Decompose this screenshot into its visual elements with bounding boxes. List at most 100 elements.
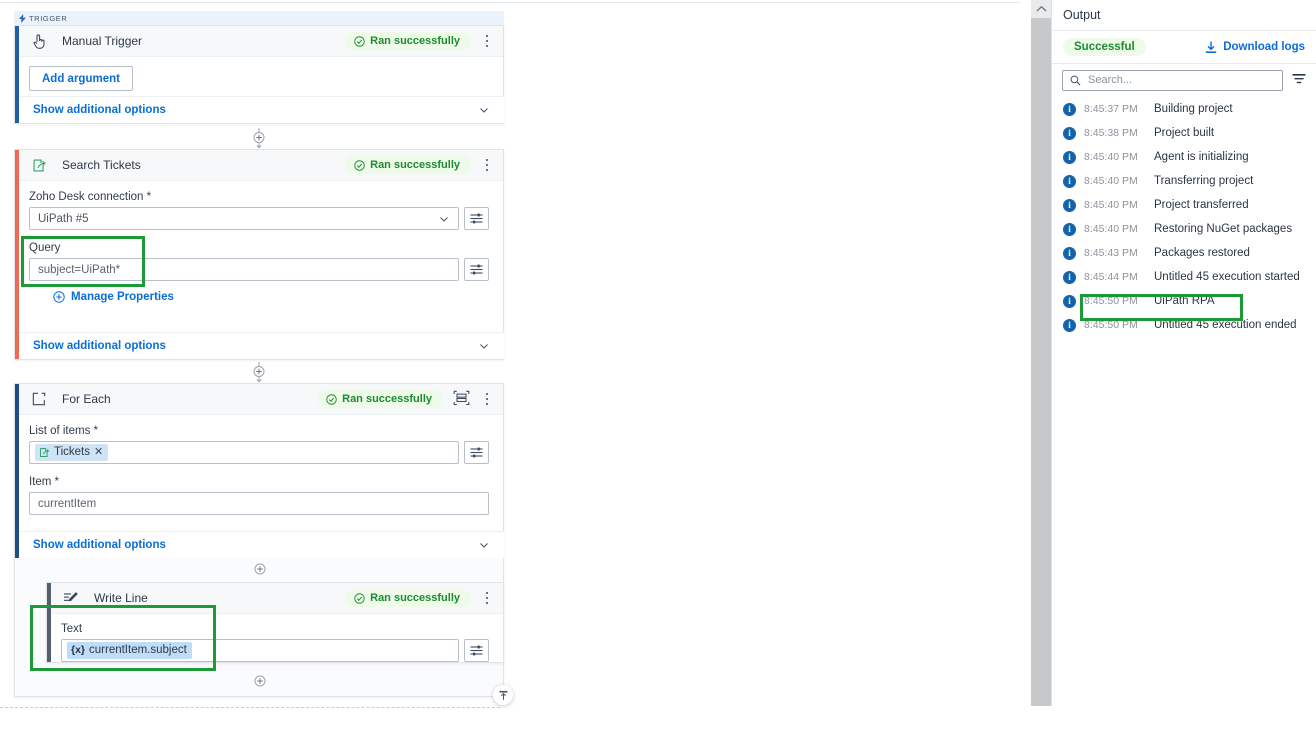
- sliders-icon: [470, 213, 483, 224]
- trigger-text: TRIGGER: [29, 13, 68, 23]
- search-input[interactable]: Search...: [1062, 69, 1283, 91]
- manual-trigger-icon: [29, 31, 49, 51]
- expression-chip[interactable]: {x} currentItem.subject: [67, 642, 192, 659]
- scrollbar-up-arrow[interactable]: [1031, 0, 1051, 18]
- card-menu-button[interactable]: [479, 389, 495, 409]
- connection-field-row[interactable]: UiPath #5: [29, 207, 489, 230]
- log-row-highlighted[interactable]: i 8:45:50 PM UiPath RPA: [1052, 289, 1316, 313]
- filter-icon[interactable]: [1292, 73, 1306, 87]
- card-accent-bar: [47, 583, 51, 662]
- info-icon: i: [1063, 102, 1076, 116]
- log-timestamp: 8:45:50 PM: [1084, 295, 1138, 307]
- sliders-icon: [470, 447, 483, 458]
- lightning-bolt-icon: [19, 13, 26, 23]
- show-additional-options-for-each[interactable]: Show additional options: [19, 531, 504, 558]
- add-argument-button[interactable]: Add argument: [29, 66, 133, 91]
- connection-select[interactable]: UiPath #5: [29, 207, 459, 230]
- log-message: Building project: [1154, 103, 1233, 115]
- connector-add-step-1[interactable]: [251, 128, 267, 150]
- info-icon: i: [1063, 198, 1076, 212]
- output-log-list[interactable]: i 8:45:37 PM Building project i 8:45:38 …: [1052, 96, 1316, 337]
- log-message: Agent is initializing: [1154, 151, 1249, 163]
- item-field-label: Item *: [29, 476, 60, 488]
- show-additional-options-trigger[interactable]: Show additional options: [19, 96, 504, 123]
- card-title: Search Tickets: [62, 158, 141, 172]
- run-status-badge: Successful: [1063, 38, 1146, 56]
- zoho-desk-icon: [40, 448, 50, 457]
- node-card-write-line[interactable]: Write Line Ran successfully Text {x} cur…: [46, 582, 504, 663]
- expression-value: currentItem.subject: [89, 644, 187, 656]
- log-timestamp: 8:45:40 PM: [1084, 151, 1138, 163]
- status-label: Ran successfully: [370, 592, 460, 604]
- item-value: currentItem: [38, 497, 97, 510]
- node-card-search-tickets[interactable]: Search Tickets Ran successfully Zoho Des…: [14, 149, 504, 360]
- card-body-write-line: Text {x} currentItem.subject: [47, 614, 503, 662]
- text-expression-input[interactable]: {x} currentItem.subject: [61, 639, 459, 662]
- search-icon: [1070, 75, 1081, 85]
- trigger-section-label: manual-trigger-icon TRIGGER: [14, 11, 504, 25]
- log-row[interactable]: i 8:45:40 PM Transferring project: [1052, 169, 1316, 193]
- workflow-canvas[interactable]: manual-trigger-icon TRIGGER Manual Trigg…: [0, 4, 519, 708]
- log-timestamp: 8:45:38 PM: [1084, 127, 1138, 139]
- node-card-for-each[interactable]: For Each Ran successfully List of items …: [14, 383, 504, 697]
- chip-remove-icon[interactable]: ✕: [94, 445, 103, 460]
- log-row[interactable]: i 8:45:38 PM Project built: [1052, 121, 1316, 145]
- show-additional-options-search-tickets[interactable]: Show additional options: [19, 332, 504, 359]
- card-body-for-each: List of items * Tickets ✕ Item * current…: [15, 415, 503, 515]
- query-field-row[interactable]: subject=UiPath*: [29, 258, 489, 281]
- manage-properties-label: Manage Properties: [71, 291, 174, 303]
- info-icon: i: [1063, 246, 1076, 260]
- check-circle-icon: [326, 393, 337, 405]
- log-message: Untitled 45 execution ended: [1154, 319, 1297, 331]
- card-header-search-tickets[interactable]: Search Tickets Ran successfully: [15, 150, 503, 181]
- node-card-manual-trigger[interactable]: Manual Trigger Ran successfully Add argu…: [14, 25, 504, 124]
- download-logs-button[interactable]: Download logs: [1205, 41, 1305, 54]
- list-of-items-row[interactable]: Tickets ✕: [29, 441, 489, 464]
- card-menu-button[interactable]: [479, 155, 495, 175]
- log-row[interactable]: i 8:45:40 PM Project transferred: [1052, 193, 1316, 217]
- log-row[interactable]: i 8:45:40 PM Agent is initializing: [1052, 145, 1316, 169]
- item-field-row[interactable]: currentItem: [29, 492, 489, 515]
- arrow-up-to-line-icon: [498, 690, 508, 700]
- scroll-to-top-button[interactable]: [493, 685, 513, 705]
- card-header-for-each[interactable]: For Each Ran successfully: [15, 384, 503, 415]
- sliders-icon: [470, 645, 483, 656]
- info-icon: i: [1063, 294, 1076, 308]
- log-row[interactable]: i 8:45:44 PM Untitled 45 execution start…: [1052, 265, 1316, 289]
- show-options-label: Show additional options: [33, 539, 166, 551]
- token-chip-tickets[interactable]: Tickets ✕: [35, 444, 109, 461]
- log-row[interactable]: i 8:45:37 PM Building project: [1052, 97, 1316, 121]
- info-icon: i: [1063, 150, 1076, 164]
- query-input[interactable]: subject=UiPath*: [29, 258, 459, 281]
- info-icon: i: [1063, 318, 1076, 332]
- log-row[interactable]: i 8:45:40 PM Restoring NuGet packages: [1052, 217, 1316, 241]
- list-of-items-options-button[interactable]: [464, 441, 489, 464]
- card-menu-button[interactable]: [479, 31, 495, 51]
- manage-properties-button[interactable]: Manage Properties: [53, 291, 489, 303]
- connector-add-step-nested-top[interactable]: [252, 563, 268, 575]
- search-placeholder-text: Search...: [1088, 74, 1133, 86]
- plus-circle-icon: [53, 291, 65, 303]
- connector-add-step-2[interactable]: [251, 362, 267, 384]
- info-icon: i: [1063, 270, 1076, 284]
- top-divider: [0, 0, 1020, 3]
- connection-options-button[interactable]: [464, 207, 489, 230]
- query-options-button[interactable]: [464, 258, 489, 281]
- info-icon: i: [1063, 126, 1076, 140]
- page-scrollbar[interactable]: [1031, 0, 1051, 706]
- card-menu-button[interactable]: [479, 588, 495, 608]
- list-of-items-input[interactable]: Tickets ✕: [29, 441, 459, 464]
- card-header-manual-trigger[interactable]: Manual Trigger Ran successfully: [15, 26, 503, 57]
- log-row[interactable]: i 8:45:43 PM Packages restored: [1052, 241, 1316, 265]
- log-timestamp: 8:45:44 PM: [1084, 271, 1138, 283]
- card-header-write-line[interactable]: Write Line Ran successfully: [47, 583, 503, 614]
- text-options-button[interactable]: [464, 639, 489, 662]
- sliders-icon: [470, 264, 483, 275]
- text-field-row[interactable]: {x} currentItem.subject: [61, 639, 489, 662]
- write-line-icon: [61, 588, 81, 608]
- output-panel: Output Successful Download logs Search..…: [1051, 0, 1316, 706]
- log-row[interactable]: i 8:45:50 PM Untitled 45 execution ended: [1052, 313, 1316, 337]
- item-input[interactable]: currentItem: [29, 492, 489, 515]
- collapse-group-icon[interactable]: [453, 390, 471, 408]
- connector-add-step-nested-bottom[interactable]: [252, 675, 268, 687]
